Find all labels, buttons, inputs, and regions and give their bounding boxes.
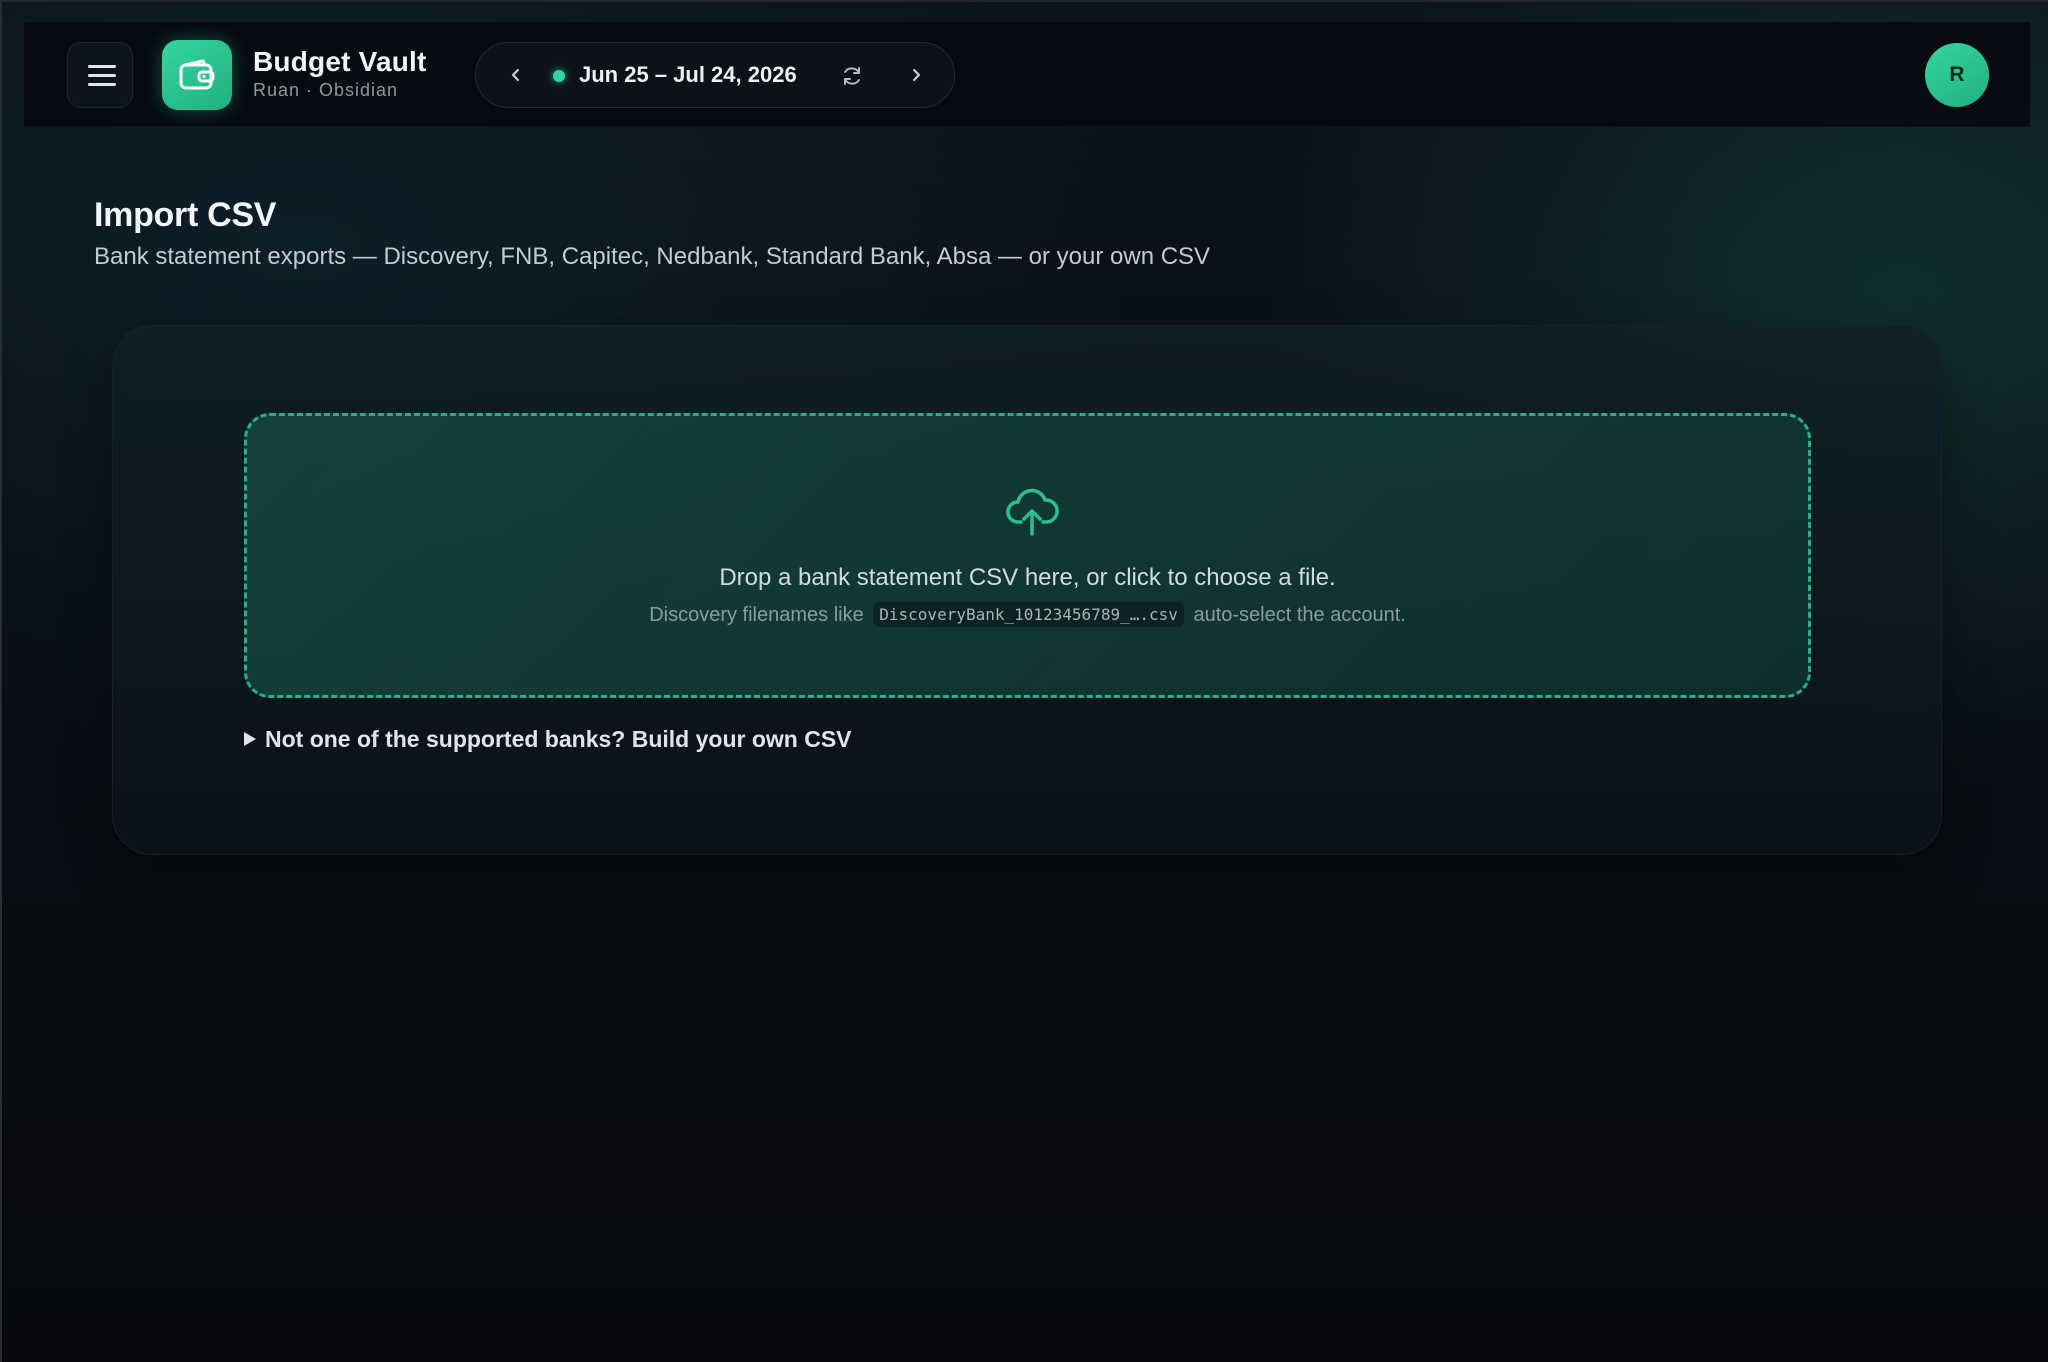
caret-right-icon: [244, 732, 256, 746]
dropzone-hint: Discovery filenames like DiscoveryBank_1…: [247, 602, 1808, 627]
refresh-icon: [844, 67, 860, 85]
hint-prefix: Discovery filenames like: [649, 604, 864, 626]
wallet-icon: [179, 59, 215, 90]
csv-dropzone[interactable]: Drop a bank statement CSV here, or click…: [244, 413, 1811, 698]
page-subtitle: Bank statement exports — Discovery, FNB,…: [94, 243, 1211, 270]
previous-period-button[interactable]: [504, 63, 528, 87]
top-bar: Budget Vault Ruan · Obsidian Jun 25 – Ju…: [24, 22, 2030, 127]
cloud-upload-icon: [1006, 488, 1059, 536]
date-range-label[interactable]: Jun 25 – Jul 24, 2026: [579, 62, 797, 88]
refresh-button[interactable]: [839, 63, 865, 89]
filename-example: DiscoveryBank_10123456789_….csv: [873, 602, 1184, 627]
app-name: Budget Vault: [253, 46, 427, 77]
status-dot: [553, 70, 565, 82]
dropzone-instructions: Drop a bank statement CSV here, or click…: [719, 564, 1336, 591]
build-own-csv-label: Not one of the supported banks? Build yo…: [265, 726, 852, 752]
app-subtitle: Ruan · Obsidian: [253, 80, 399, 100]
next-period-button[interactable]: [904, 63, 928, 87]
app-logo[interactable]: [162, 40, 232, 110]
date-range-picker: Jun 25 – Jul 24, 2026: [475, 42, 955, 108]
chevron-right-icon: [913, 69, 920, 81]
chevron-left-icon: [512, 69, 519, 81]
user-avatar[interactable]: R: [1925, 43, 1989, 107]
hint-suffix: auto-select the account.: [1193, 604, 1406, 626]
menu-button[interactable]: [67, 42, 133, 108]
page-title: Import CSV: [94, 196, 277, 234]
import-card: Drop a bank statement CSV here, or click…: [112, 325, 1942, 855]
build-own-csv-toggle[interactable]: Not one of the supported banks? Build yo…: [244, 726, 852, 753]
